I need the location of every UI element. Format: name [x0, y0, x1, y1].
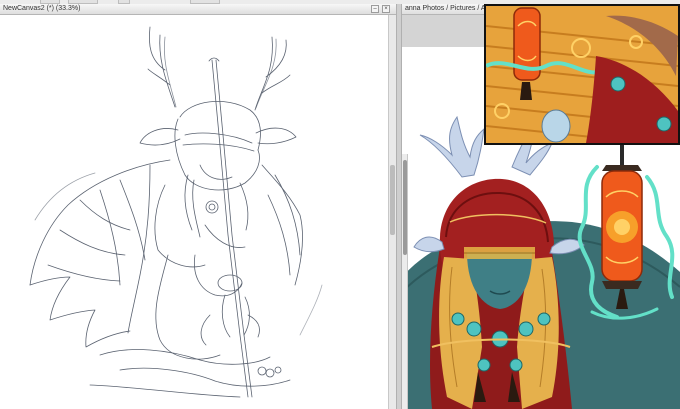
canvas-titlebar[interactable]: NewCanvas2 (*) (33.3%) – ×	[0, 4, 396, 15]
navigator-zoomed-view[interactable]	[486, 6, 678, 143]
sketch-drawing[interactable]	[0, 15, 388, 409]
sketch-canvas-window: NewCanvas2 (*) (33.3%) – ×	[0, 4, 396, 409]
reference-title: anna Photos / Pictures / A	[405, 5, 486, 12]
navigator-preview-panel[interactable]	[484, 4, 680, 145]
scrollbar-thumb[interactable]	[390, 165, 395, 235]
close-icon[interactable]: ×	[382, 5, 390, 13]
canvas-vertical-scrollbar[interactable]	[388, 15, 396, 409]
minimize-icon[interactable]: –	[371, 5, 379, 13]
reference-vertical-scrollbar[interactable]	[402, 154, 408, 409]
canvas-title: NewCanvas2 (*) (33.3%)	[3, 5, 81, 12]
scrollbar-thumb[interactable]	[403, 160, 407, 255]
